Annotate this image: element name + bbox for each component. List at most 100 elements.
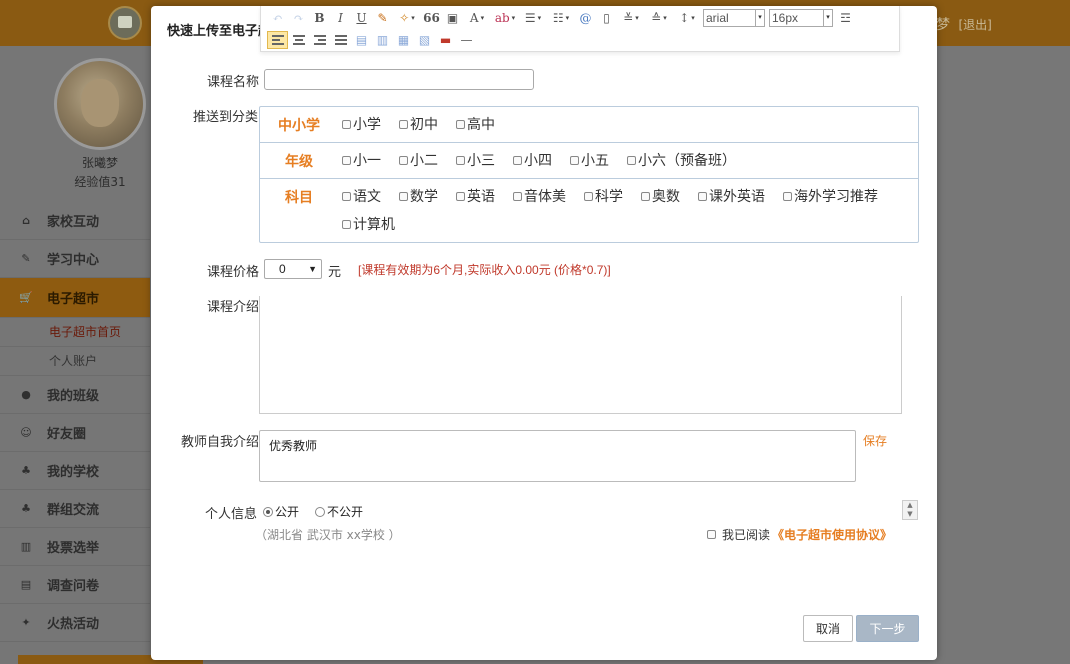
- category-option[interactable]: 奥数: [641, 182, 680, 210]
- upload-modal: 快速上传至电子超市 ↶ ↷ B I U ✎ ✧▾ 66 ▣ A▾ ab▾ ☰▾ …: [151, 6, 937, 660]
- save-link[interactable]: 保存: [863, 432, 887, 449]
- teacher-intro-textarea[interactable]: 优秀教师: [259, 430, 856, 482]
- sidebar-item-1[interactable]: ✎ 学习中心: [0, 240, 150, 278]
- font-color-button[interactable]: A ▾: [463, 9, 491, 27]
- redo-icon[interactable]: ↷: [288, 9, 309, 27]
- price-select[interactable]: 0 ▼: [264, 259, 322, 279]
- ordered-list-icon[interactable]: ☰ ▾: [519, 9, 547, 27]
- category-option[interactable]: 海外学习推荐: [783, 182, 878, 210]
- agreement-link[interactable]: 《电子超市使用协议》: [772, 526, 892, 543]
- subject-options: 语文 数学 英语 音体美 科学 奥数 课外英语 海外学习推荐计算机: [342, 182, 912, 238]
- category-option[interactable]: 数学: [399, 182, 438, 210]
- unordered-list-icon[interactable]: ☷ ▾: [547, 9, 575, 27]
- category-option[interactable]: 语文: [342, 182, 381, 210]
- category-checkbox[interactable]: [570, 155, 579, 165]
- sidebar-item-8[interactable]: ▤ 调查问卷: [0, 566, 150, 604]
- sidebar-subitem-0[interactable]: 电子超市首页: [0, 318, 150, 347]
- image-none-icon[interactable]: ▧: [414, 31, 435, 49]
- private-radio[interactable]: [315, 506, 326, 517]
- category-option[interactable]: 小二: [399, 146, 438, 174]
- category-checkbox[interactable]: [399, 119, 408, 129]
- align-justify-icon[interactable]: [330, 31, 351, 49]
- font-size-select[interactable]: 16px ▾: [769, 9, 833, 27]
- category-option[interactable]: 小六（预备班）: [627, 146, 736, 174]
- sidebar-item-6[interactable]: ♣ 群组交流: [0, 490, 150, 528]
- underline-button[interactable]: U: [351, 9, 372, 27]
- category-option-label: 科学: [595, 189, 623, 205]
- category-checkbox[interactable]: [456, 191, 465, 201]
- category-checkbox[interactable]: [783, 191, 792, 201]
- sidebar-item-5[interactable]: ♣ 我的学校: [0, 452, 150, 490]
- category-checkbox[interactable]: [456, 119, 465, 129]
- sidebar-subitem-1[interactable]: 个人账户: [0, 347, 150, 376]
- font-family-select[interactable]: arial ▾: [703, 9, 765, 27]
- cancel-button[interactable]: 取消: [803, 615, 853, 642]
- sidebar-item-0[interactable]: ⌂ 家校互动: [0, 202, 150, 240]
- paragraph-spacing-top-icon[interactable]: ≚ ▾: [617, 9, 645, 27]
- course-name-input[interactable]: [264, 69, 534, 90]
- sidebar-item-2[interactable]: 🛒 电子超市: [0, 278, 150, 318]
- school-logo: [108, 6, 142, 40]
- category-checkbox[interactable]: [584, 191, 593, 201]
- logout-link[interactable]: [退出]: [958, 18, 991, 32]
- category-checkbox[interactable]: [513, 155, 522, 165]
- category-option[interactable]: 课外英语: [698, 182, 765, 210]
- price-note: [课程有效期为6个月,实际收入0.00元 (价格*0.7)]: [358, 263, 611, 277]
- next-button[interactable]: 下一步: [856, 615, 919, 642]
- source-code-icon[interactable]: ☲: [835, 9, 856, 27]
- align-right-icon[interactable]: [309, 31, 330, 49]
- bold-button[interactable]: B: [309, 9, 330, 27]
- avatar[interactable]: [54, 58, 146, 150]
- undo-icon[interactable]: ↶: [267, 9, 288, 27]
- category-checkbox[interactable]: [641, 191, 650, 201]
- category-checkbox[interactable]: [456, 155, 465, 165]
- clear-format-icon[interactable]: ✧ ▾: [393, 9, 421, 27]
- image-center-icon[interactable]: ▦: [393, 31, 414, 49]
- category-option[interactable]: 科学: [584, 182, 623, 210]
- category-option[interactable]: 音体美: [513, 182, 566, 210]
- image-left-icon[interactable]: ▤: [351, 31, 372, 49]
- category-option[interactable]: 小学: [342, 110, 381, 138]
- paste-icon[interactable]: ▣: [442, 9, 463, 27]
- category-option[interactable]: 小一: [342, 146, 381, 174]
- insert-image-icon[interactable]: ▬: [435, 31, 456, 49]
- sidebar-item-4[interactable]: ☺ 好友圈: [0, 414, 150, 452]
- line-height-icon[interactable]: ↕ ▾: [673, 9, 701, 27]
- category-checkbox[interactable]: [342, 191, 351, 201]
- format-painter-icon[interactable]: ✎: [372, 9, 393, 27]
- category-option[interactable]: 英语: [456, 182, 495, 210]
- horizontal-rule-button[interactable]: —: [456, 31, 477, 49]
- sidebar-item-3[interactable]: ● 我的班级: [0, 376, 150, 414]
- agree-checkbox[interactable]: [707, 530, 716, 539]
- link-icon[interactable]: @: [575, 9, 596, 27]
- category-checkbox[interactable]: [342, 219, 351, 229]
- category-checkbox[interactable]: [513, 191, 522, 201]
- category-option[interactable]: 计算机: [342, 210, 395, 238]
- document-icon[interactable]: ▯: [596, 9, 617, 27]
- category-checkbox[interactable]: [399, 191, 408, 201]
- blockquote-button[interactable]: 66: [421, 9, 442, 27]
- category-checkbox[interactable]: [342, 119, 351, 129]
- category-row-grade: 年级 小一 小二 小三 小四 小五 小六（预备班）: [260, 143, 918, 179]
- category-option[interactable]: 小三: [456, 146, 495, 174]
- sidebar-item-9[interactable]: ✦ 火热活动: [0, 604, 150, 642]
- align-center-icon[interactable]: [288, 31, 309, 49]
- category-option[interactable]: 小四: [513, 146, 552, 174]
- align-left-icon[interactable]: [267, 31, 288, 49]
- paragraph-spacing-bottom-icon[interactable]: ≙ ▾: [645, 9, 673, 27]
- category-checkbox[interactable]: [342, 155, 351, 165]
- category-option[interactable]: 小五: [570, 146, 609, 174]
- scroll-spinner[interactable]: ▲ ▼: [902, 500, 918, 520]
- image-right-icon[interactable]: ▥: [372, 31, 393, 49]
- sidebar-item-7[interactable]: ▥ 投票选举: [0, 528, 150, 566]
- category-checkbox[interactable]: [627, 155, 636, 165]
- public-radio[interactable]: [263, 506, 273, 517]
- italic-button[interactable]: I: [330, 9, 351, 27]
- highlight-color-icon[interactable]: ab ▾: [491, 9, 519, 27]
- category-checkbox[interactable]: [399, 155, 408, 165]
- sidebar-item-label: 家校互动: [47, 215, 100, 230]
- category-option[interactable]: 高中: [456, 110, 495, 138]
- course-intro-editor[interactable]: [259, 296, 902, 414]
- category-checkbox[interactable]: [698, 191, 707, 201]
- category-option[interactable]: 初中: [399, 110, 438, 138]
